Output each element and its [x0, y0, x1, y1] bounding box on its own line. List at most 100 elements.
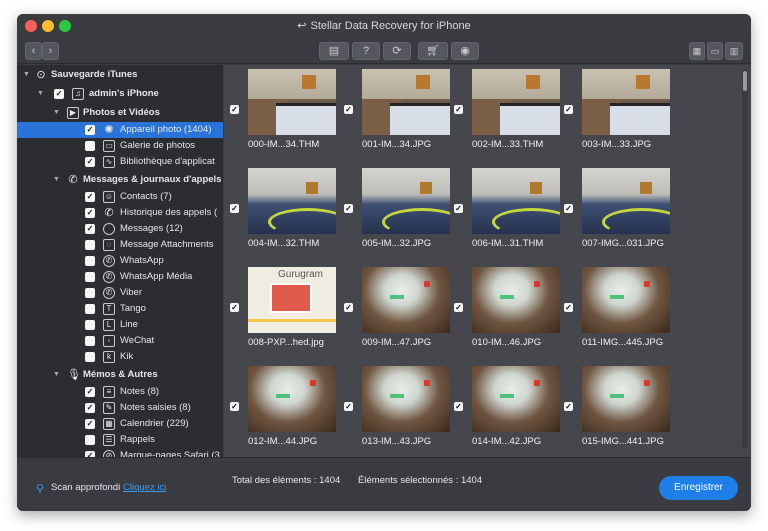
nav-forward-button[interactable]: › [42, 42, 59, 60]
thumbnail-image[interactable] [472, 267, 560, 333]
tree-item-tango[interactable]: T Tango [17, 301, 223, 317]
deep-scan-link[interactable]: Cliquez ici [123, 482, 166, 493]
document-button[interactable]: ▤ [319, 42, 349, 60]
item-checkbox[interactable]: ✓ [85, 403, 95, 413]
thumbnail-image[interactable] [362, 168, 450, 234]
thumbnail-checkbox[interactable]: ✓ [230, 303, 239, 312]
device-checkbox[interactable]: ✓ [54, 89, 64, 99]
thumbnail-item[interactable]: ✓ 002-IM...33.THM [454, 69, 560, 165]
item-checkbox[interactable]: ✓ [85, 192, 95, 202]
grid-vertical-scrollbar[interactable] [742, 69, 748, 449]
thumbnail-image[interactable] [248, 366, 336, 432]
thumbnail-checkbox[interactable]: ✓ [344, 303, 353, 312]
thumbnail-item[interactable]: ✓ 000-IM...34.THM [230, 69, 336, 165]
thumbnail-item[interactable]: ✓ 005-IM...32.JPG [344, 168, 450, 264]
thumbnail-checkbox[interactable]: ✓ [230, 402, 239, 411]
disclosure-triangle-icon[interactable]: ▼ [53, 105, 60, 121]
item-checkbox[interactable] [85, 435, 95, 445]
tree-section-messages[interactable]: ▼ ✆ Messages & journaux d'appels [17, 172, 223, 188]
thumbnail-item[interactable]: ✓ 011-IMG...445.JPG [564, 267, 670, 363]
thumbnail-image[interactable] [582, 69, 670, 135]
thumbnail-checkbox[interactable]: ✓ [564, 402, 573, 411]
tree-item-notes[interactable]: ✓ ≡ Notes (8) [17, 384, 223, 400]
thumbnail-item[interactable]: ✓ 013-IM...43.JPG [344, 366, 450, 457]
thumbnail-image[interactable] [472, 168, 560, 234]
thumbnail-image[interactable] [582, 168, 670, 234]
item-checkbox[interactable]: ✓ [85, 157, 95, 167]
tree-section-memos[interactable]: ▼ 🎙︎ Mémos & Autres [17, 367, 223, 383]
thumbnail-image[interactable] [582, 366, 670, 432]
item-checkbox[interactable] [85, 240, 95, 250]
tree-item-call-history[interactable]: ✓ ✆ Historique des appels ( [17, 205, 223, 221]
thumbnail-checkbox[interactable]: ✓ [454, 303, 463, 312]
tree-item-messages[interactable]: ✓ Messages (12) [17, 221, 223, 237]
tree-item-bibliotheque[interactable]: ✓ ∿ Bibliothèque d'applicat [17, 154, 223, 170]
save-button[interactable]: Enregistrer [659, 476, 738, 500]
item-checkbox[interactable] [85, 352, 95, 362]
tree-item-message-attachments[interactable]: ◌ Message Attachments [17, 237, 223, 253]
thumbnail-checkbox[interactable]: ✓ [454, 204, 463, 213]
disclosure-triangle-icon[interactable]: ▼ [23, 67, 30, 83]
item-checkbox[interactable]: ✓ [85, 419, 95, 429]
thumbnail-checkbox[interactable]: ✓ [454, 105, 463, 114]
cart-button[interactable]: 🛒︎ [418, 42, 448, 60]
tree-item-contacts[interactable]: ✓ ☺ Contacts (7) [17, 189, 223, 205]
tree-item-notes-saisies[interactable]: ✓ ✎ Notes saisies (8) [17, 400, 223, 416]
list-view-button[interactable]: ▭ [707, 42, 723, 60]
thumbnail-checkbox[interactable]: ✓ [344, 204, 353, 213]
thumbnail-item[interactable]: ✓ 001-IM...34.JPG [344, 69, 450, 165]
tree-item-calendar[interactable]: ✓ ▦ Calendrier (229) [17, 416, 223, 432]
thumbnail-image[interactable] [362, 267, 450, 333]
tree-item-safari-bookmarks[interactable]: ✓ ⊘ Marque-pages Safari (3 [17, 448, 223, 457]
item-checkbox[interactable] [85, 256, 95, 266]
thumbnail-image[interactable] [248, 168, 336, 234]
item-checkbox[interactable]: ✓ [85, 224, 95, 234]
thumbnail-item[interactable]: ✓ 007-IMG...031.JPG [564, 168, 670, 264]
item-checkbox[interactable] [85, 272, 95, 282]
disclosure-triangle-icon[interactable]: ▼ [53, 172, 60, 188]
item-checkbox[interactable] [85, 336, 95, 346]
tree-item-reminders[interactable]: ☰ Rappels [17, 432, 223, 448]
tree-item-wechat[interactable]: ◦ WeChat [17, 333, 223, 349]
thumbnail-item[interactable]: ✓ 014-IM...42.JPG [454, 366, 560, 457]
thumbnail-image[interactable] [362, 366, 450, 432]
item-checkbox[interactable]: ✓ [85, 208, 95, 218]
user-button[interactable]: ◉ [451, 42, 479, 60]
tree-item-whatsapp[interactable]: ✆ WhatsApp [17, 253, 223, 269]
thumbnail-checkbox[interactable]: ✓ [230, 204, 239, 213]
thumbnail-checkbox[interactable]: ✓ [564, 303, 573, 312]
thumbnail-item[interactable]: ✓ Gurugram 008-PXP...hed.jpg [230, 267, 336, 363]
tree-item-galerie[interactable]: ▭ Galerie de photos [17, 138, 223, 154]
tree-root[interactable]: ▼ ⊙ Sauvegarde iTunes [17, 67, 223, 83]
thumbnail-item[interactable]: ✓ 006-IM...31.THM [454, 168, 560, 264]
thumbnail-checkbox[interactable]: ✓ [344, 105, 353, 114]
thumbnail-image[interactable] [582, 267, 670, 333]
thumbnail-item[interactable]: ✓ 015-IMG...441.JPG [564, 366, 670, 457]
item-checkbox[interactable]: ✓ [85, 387, 95, 397]
scrollbar-thumb[interactable] [743, 71, 747, 91]
tree-item-whatsapp-media[interactable]: ✆ WhatsApp Média [17, 269, 223, 285]
refresh-button[interactable]: ⟳ [383, 42, 411, 60]
tree-item-line[interactable]: L Line [17, 317, 223, 333]
item-checkbox[interactable]: ✓ [85, 125, 95, 135]
tree-device[interactable]: ▼ ✓ ♫ admin's iPhone [17, 86, 223, 102]
thumbnail-image[interactable] [472, 69, 560, 135]
thumbnail-item[interactable]: ✓ 004-IM...32.THM [230, 168, 336, 264]
tree-section-photos[interactable]: ▼ ▶ Photos et Vidéos [17, 105, 223, 121]
thumbnail-checkbox[interactable]: ✓ [454, 402, 463, 411]
thumbnail-image[interactable]: Gurugram [248, 267, 336, 333]
item-checkbox[interactable] [85, 304, 95, 314]
thumbnail-image[interactable] [472, 366, 560, 432]
item-checkbox[interactable] [85, 320, 95, 330]
tree-item-appareil-photo[interactable]: ✓ ✺ Appareil photo (1404) [17, 122, 223, 138]
thumbnail-checkbox[interactable]: ✓ [344, 402, 353, 411]
nav-back-button[interactable]: ‹ [25, 42, 42, 60]
disclosure-triangle-icon[interactable]: ▼ [37, 86, 44, 102]
help-button[interactable]: ? [352, 42, 380, 60]
tree-item-kik[interactable]: k Kik [17, 349, 223, 365]
thumbnail-item[interactable]: ✓ 009-IM...47.JPG [344, 267, 450, 363]
item-checkbox[interactable] [85, 288, 95, 298]
thumbnail-checkbox[interactable]: ✓ [230, 105, 239, 114]
thumbnail-item[interactable]: ✓ 012-IM...44.JPG [230, 366, 336, 457]
item-checkbox[interactable] [85, 141, 95, 151]
